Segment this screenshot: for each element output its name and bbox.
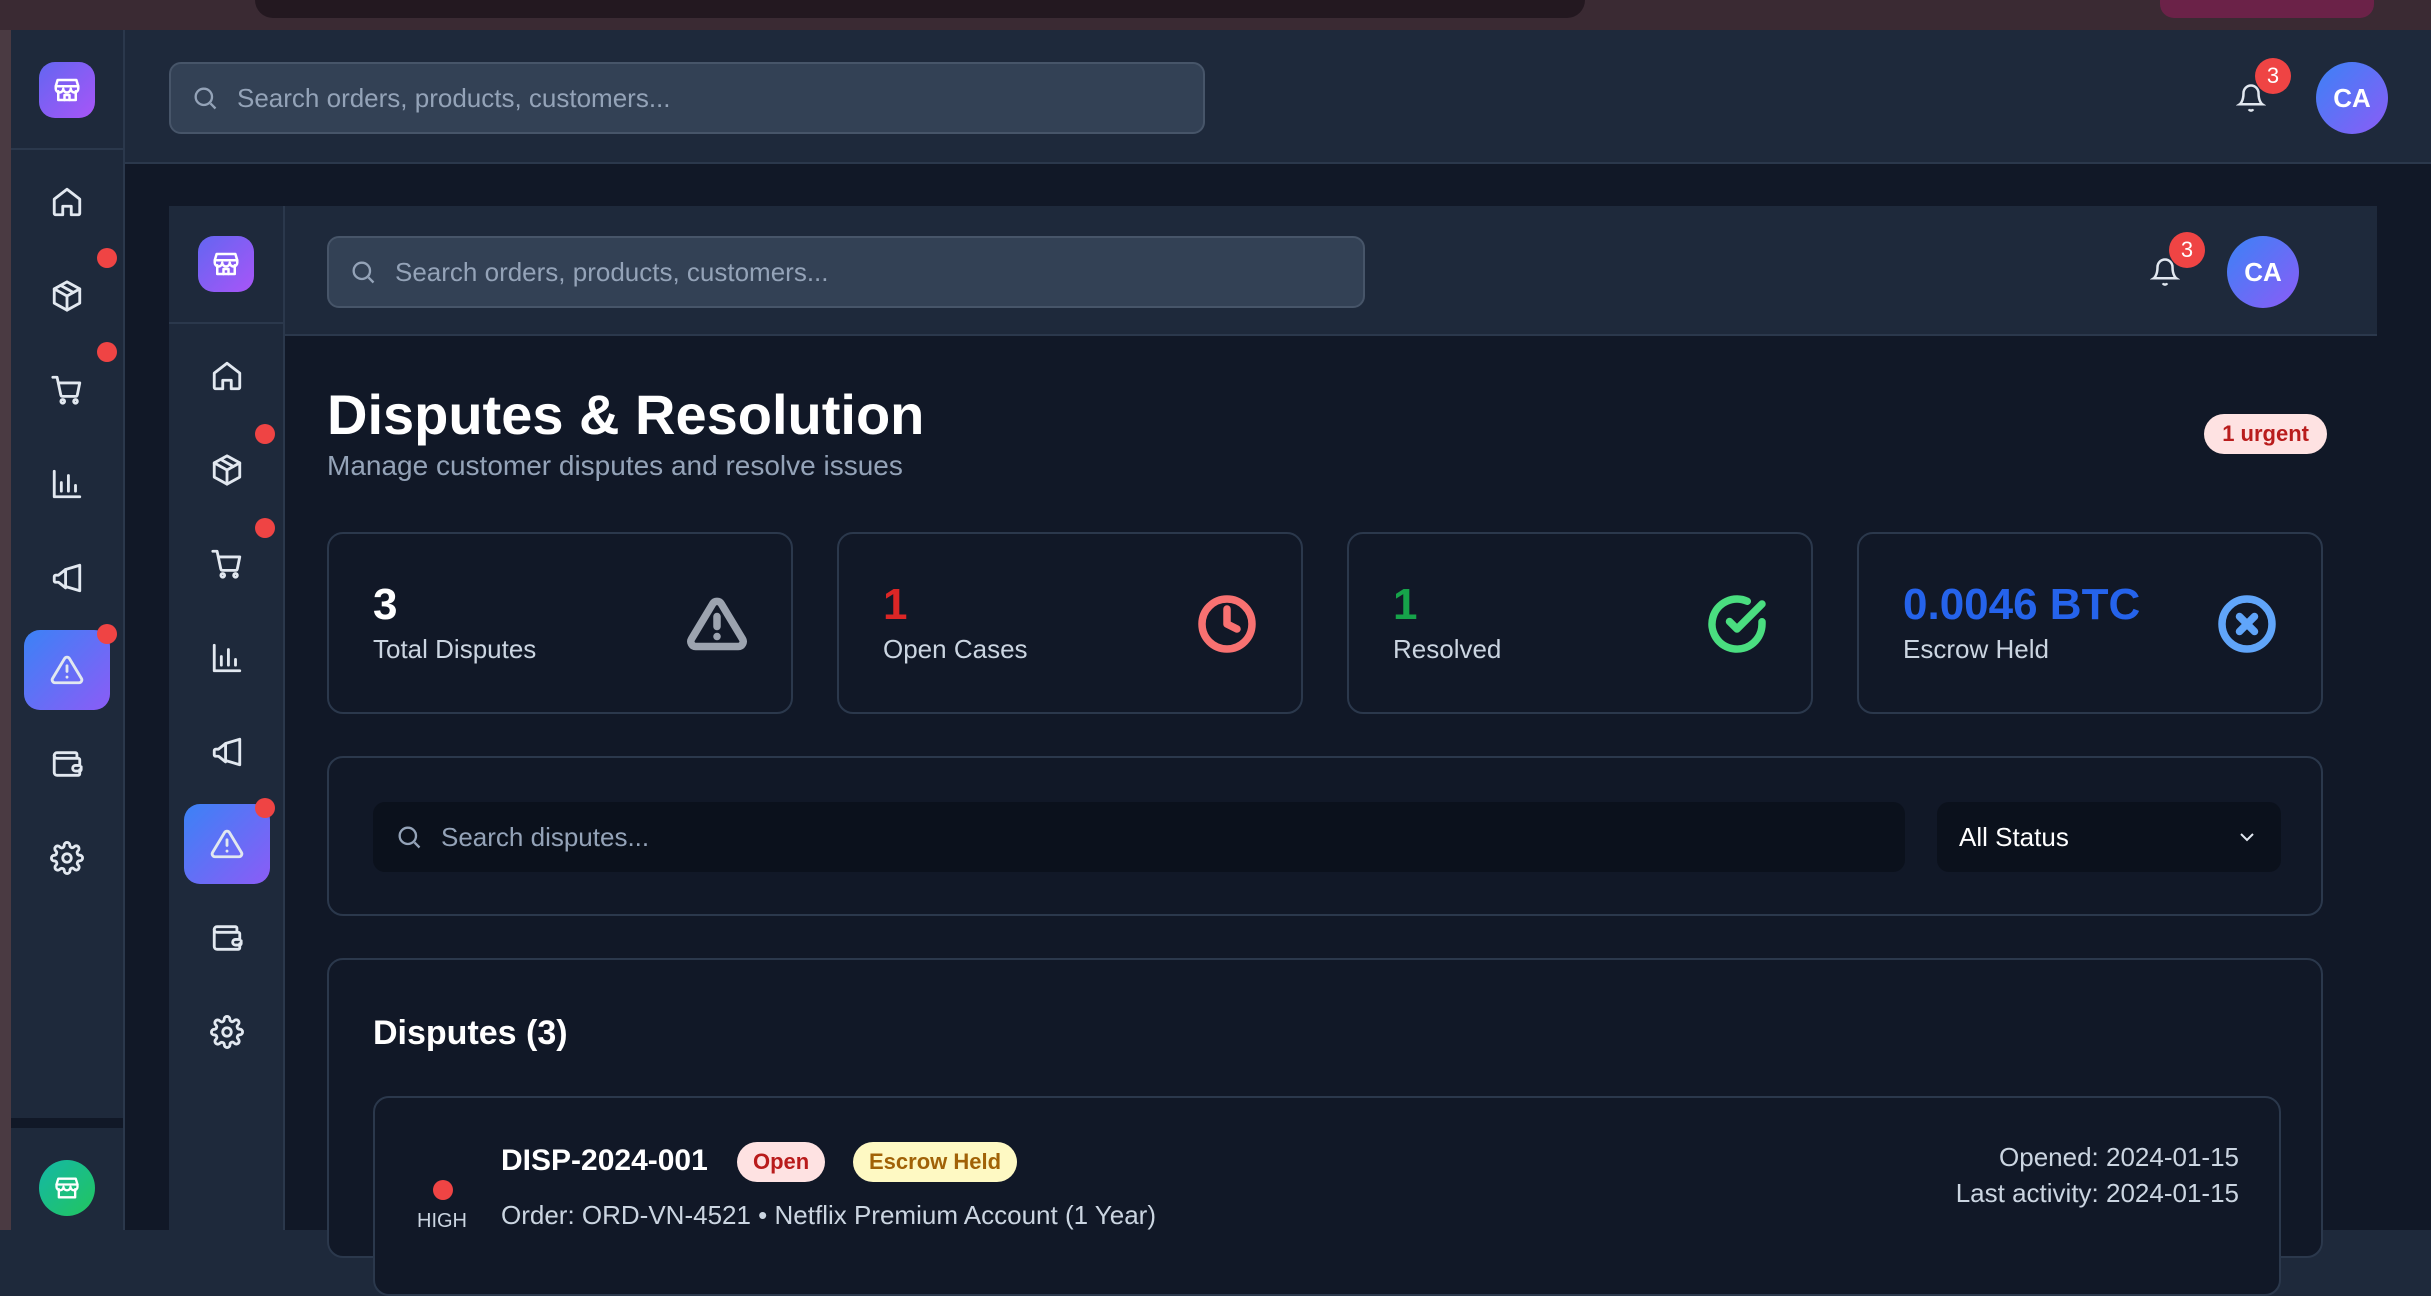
global-search[interactable]: [169, 62, 1205, 134]
status-badge: Open: [737, 1142, 826, 1182]
sidebar-item-marketing[interactable]: [24, 538, 110, 618]
inner-top-header: 3 CA: [285, 206, 2377, 336]
cart-icon: [51, 375, 82, 405]
chevron-down-icon: [2240, 833, 2254, 842]
global-search[interactable]: [327, 236, 1365, 308]
notification-dot: [255, 518, 275, 538]
search-icon: [194, 87, 217, 110]
stat-card-total-disputes: 3 Total Disputes: [327, 532, 793, 714]
megaphone-icon: [52, 563, 82, 593]
disputes-list-panel: Disputes (3) HIGH DISP-2024-001 Open Esc…: [327, 958, 2323, 1296]
urgent-badge: 1 urgent: [2204, 414, 2327, 454]
escrow-badge: Escrow Held: [853, 1142, 1018, 1182]
browser-address-bar[interactable]: [255, 0, 1585, 18]
sidebar-item-products[interactable]: [184, 430, 270, 510]
page-subtitle: Manage customer disputes and resolve iss…: [327, 450, 903, 481]
search-icon: [398, 826, 421, 849]
sidebar-item-analytics[interactable]: [184, 618, 270, 698]
home-icon: [52, 187, 82, 217]
divider: [11, 148, 123, 150]
check-circle-icon: [1708, 595, 1766, 653]
stat-label: Escrow Held: [1903, 634, 2049, 664]
app-preview: 3 CA Disputes & Resolution Manage custom…: [169, 206, 2377, 1296]
store-switcher-icon[interactable]: [39, 1160, 95, 1216]
sidebar-item-marketing[interactable]: [184, 712, 270, 792]
inner-sidebar: [169, 206, 285, 1230]
stat-label: Open Cases: [883, 634, 1028, 664]
notification-count-badge: 3: [2169, 232, 2205, 268]
sidebar-item-settings[interactable]: [184, 992, 270, 1072]
megaphone-icon: [212, 737, 242, 767]
alert-triangle-icon: [687, 597, 747, 651]
status-filter-select[interactable]: All Status: [1937, 802, 2281, 872]
sidebar-item-home[interactable]: [184, 336, 270, 416]
stat-card-escrow-held: 0.0046 BTC Escrow Held: [1857, 532, 2323, 714]
notification-count-badge: 3: [2255, 58, 2291, 94]
store-logo-icon[interactable]: [39, 62, 95, 118]
browser-toolbar: [0, 0, 2431, 30]
dispute-search-input[interactable]: [441, 821, 1905, 853]
alert-triangle-icon: [210, 829, 244, 859]
settings-icon: [50, 841, 84, 875]
notification-dot: [97, 624, 117, 644]
dispute-search[interactable]: [373, 802, 1905, 872]
alert-triangle-icon: [50, 655, 84, 685]
sidebar-item-disputes[interactable]: [184, 804, 270, 884]
bar-chart-icon: [212, 643, 242, 673]
search-input[interactable]: [395, 256, 1363, 288]
user-avatar[interactable]: CA: [2227, 236, 2299, 308]
dispute-last-activity: Last activity: 2024-01-15: [1955, 1178, 2239, 1208]
stat-value: 1: [1393, 580, 1418, 629]
user-avatar[interactable]: CA: [2316, 62, 2388, 134]
divider: [11, 1118, 123, 1128]
stat-card-resolved: 1 Resolved: [1347, 532, 1813, 714]
x-circle-icon: [2218, 595, 2276, 653]
cart-icon: [211, 549, 242, 579]
sidebar-item-wallet[interactable]: [184, 898, 270, 978]
search-icon: [352, 261, 375, 284]
notification-dot: [97, 342, 117, 362]
sidebar-item-wallet[interactable]: [24, 724, 110, 804]
dispute-row[interactable]: HIGH DISP-2024-001 Open Escrow Held Orde…: [373, 1096, 2281, 1296]
stat-value: 3: [373, 580, 398, 629]
package-icon: [212, 454, 242, 486]
sidebar-item-home[interactable]: [24, 162, 110, 242]
outer-sidebar: [11, 30, 125, 1230]
dispute-opened-date: Opened: 2024-01-15: [1999, 1142, 2239, 1172]
page-title: Disputes & Resolution: [327, 383, 925, 446]
sidebar-item-settings[interactable]: [24, 818, 110, 898]
clock-icon: [1198, 595, 1256, 653]
status-filter-value: All Status: [1959, 821, 2069, 852]
stat-value: 1: [883, 580, 908, 629]
top-header: 3 CA: [125, 30, 2431, 164]
sidebar-item-orders[interactable]: [184, 524, 270, 604]
priority-indicator-dot: [433, 1180, 453, 1200]
wallet-icon: [212, 925, 243, 951]
disputes-list-title: Disputes (3): [373, 1014, 568, 1052]
notification-dot: [97, 248, 117, 268]
bar-chart-icon: [52, 469, 82, 499]
home-icon: [212, 361, 242, 391]
filter-panel: All Status: [327, 756, 2323, 916]
stat-value: 0.0046 BTC: [1903, 580, 2141, 629]
sidebar-item-disputes[interactable]: [24, 630, 110, 710]
stat-card-open-cases: 1 Open Cases: [837, 532, 1303, 714]
settings-icon: [210, 1015, 244, 1049]
dispute-order-info: Order: ORD-VN-4521 • Netflix Premium Acc…: [501, 1200, 1157, 1230]
notification-dot: [255, 424, 275, 444]
sidebar-item-analytics[interactable]: [24, 444, 110, 524]
stat-label: Resolved: [1393, 634, 1502, 664]
browser-extension-button[interactable]: [2160, 0, 2374, 18]
sidebar-item-orders[interactable]: [24, 350, 110, 430]
dispute-id: DISP-2024-001: [501, 1144, 708, 1177]
wallet-icon: [52, 751, 83, 777]
window-edge: [0, 30, 11, 1230]
stat-label: Total Disputes: [373, 634, 537, 664]
package-icon: [52, 280, 82, 312]
notification-dot: [255, 798, 275, 818]
store-logo-icon[interactable]: [198, 236, 254, 292]
sidebar-item-products[interactable]: [24, 256, 110, 336]
divider: [169, 322, 283, 324]
search-input[interactable]: [237, 82, 1203, 114]
